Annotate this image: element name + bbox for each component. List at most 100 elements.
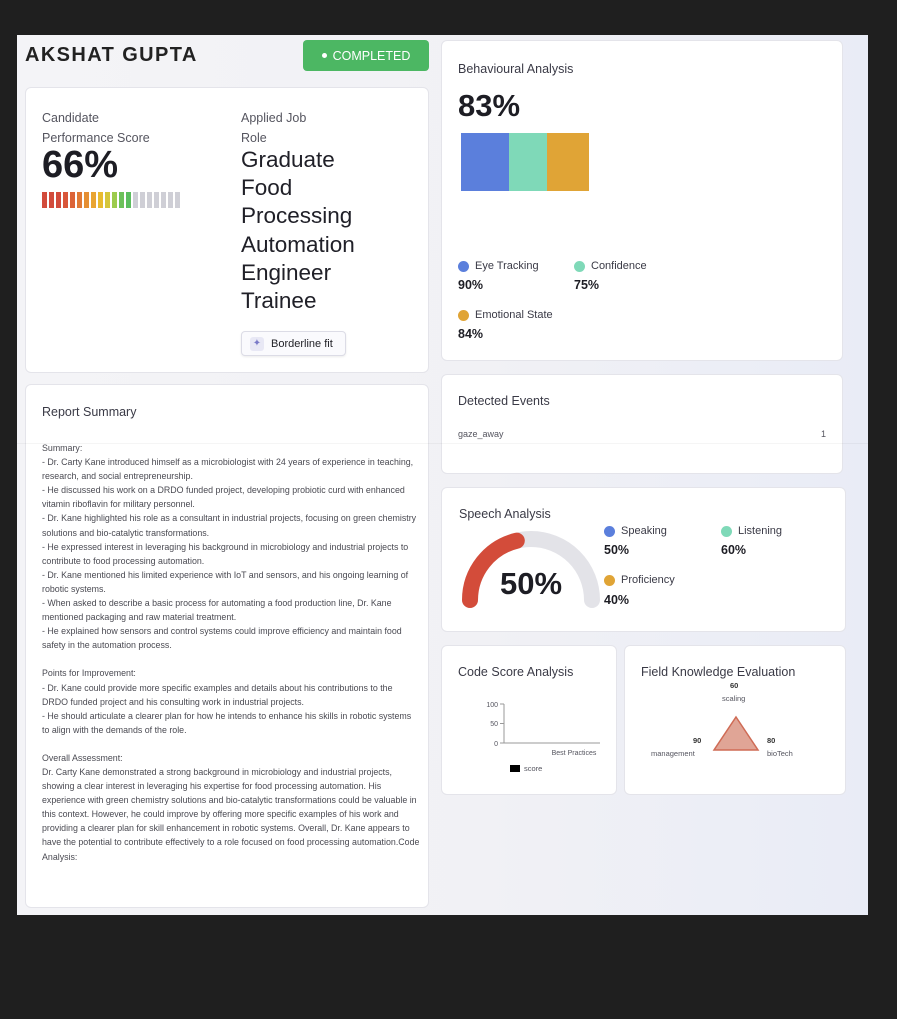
performance-bar-segment (175, 192, 180, 208)
report-title: Report Summary (42, 405, 137, 419)
orange-dot-icon (604, 574, 615, 586)
management-label: management (651, 749, 695, 758)
sparkle-icon: ✦ (250, 336, 264, 351)
y-tick-label: 100 (486, 702, 498, 709)
report-overall: Overall Assessment: Dr. Carty Kane demon… (42, 752, 420, 862)
fit-label: Borderline fit (271, 337, 333, 350)
performance-label: Candidate Performance Score (42, 108, 150, 148)
report-improvement: Points for Improvement: - Dr. Kane could… (42, 668, 412, 735)
biotech-value: 80 (767, 736, 776, 745)
legend-label: score (524, 764, 543, 773)
applied-role: Graduate Food Processing Automation Engineer… (241, 146, 421, 315)
confidence-value: 75% (574, 278, 600, 292)
performance-bar-segment (56, 192, 61, 208)
performance-bar-segment (126, 192, 131, 208)
status-label: COMPLETED (332, 48, 411, 63)
performance-bar-segment (70, 192, 75, 208)
performance-bar-segment (161, 192, 166, 208)
orange-dot-icon (458, 309, 469, 321)
eye-tracking-block (461, 133, 509, 191)
x-tick-label: Best Practices (552, 750, 597, 757)
legend-label: Confidence (591, 260, 647, 272)
blue-dot-icon (458, 260, 469, 272)
role-line: Graduate (241, 147, 335, 172)
performance-card: Candidate Performance Score 66% Applied … (25, 87, 429, 373)
blue-dot-icon (604, 525, 615, 537)
status-dot-icon (321, 53, 327, 58)
legend-speaking: Speaking (604, 525, 667, 537)
status-badge[interactable]: COMPLETED (303, 40, 429, 71)
performance-bar-segment (119, 192, 124, 208)
role-line: Food (241, 175, 293, 201)
legend-label: Eye Tracking (475, 260, 539, 272)
report-body: Summary: - Dr. Carty Kane introduced him… (42, 441, 420, 878)
field-knowledge-card: Field Knowledge Evaluation 60 scaling 80… (624, 645, 846, 795)
events-card: Detected Events gaze_away 1 (441, 374, 843, 474)
legend-label: Emotional State (475, 309, 553, 321)
behavioural-card: Behavioural Analysis 83% Eye Tracking 90… (441, 40, 843, 361)
speech-title: Speech Analysis (459, 507, 551, 521)
performance-bar-segment (112, 192, 117, 208)
event-count: 1 (820, 429, 826, 439)
role-line: Engineer (241, 259, 332, 285)
speaking-value: 50% (604, 543, 630, 557)
legend-eye-tracking: Eye Tracking (458, 260, 539, 272)
candidate-name: AKSHAT GUPTA (25, 44, 198, 66)
performance-bar-segment (98, 192, 103, 208)
performance-bar-segment (77, 192, 82, 208)
legend-label: Proficiency (621, 574, 675, 586)
management-value: 90 (693, 736, 702, 745)
behavioural-score: 83% (458, 88, 521, 123)
screen-seam (17, 443, 868, 444)
behavioural-title: Behavioural Analysis (458, 62, 574, 76)
proficiency-value: 40% (604, 593, 630, 607)
role-label: Applied Job Role (241, 108, 306, 148)
performance-bar-segment (105, 192, 110, 208)
listening-value: 60% (721, 543, 747, 557)
report-card: Report Summary Summary: - Dr. Carty Kane… (25, 384, 429, 908)
performance-bar-segment (63, 192, 68, 208)
performance-bar-segment (42, 192, 47, 208)
role-line: Processing (241, 203, 353, 229)
performance-bar-segment (168, 192, 173, 208)
legend-label: Speaking (621, 525, 667, 537)
legend-listening: Listening (721, 525, 782, 537)
speech-card: Speech Analysis 50% Speaking 50% Listeni… (441, 487, 846, 632)
performance-bar-segment (140, 192, 145, 208)
role-line: Automation (241, 231, 355, 257)
legend-emotional-state: Emotional State (458, 309, 553, 321)
fit-button[interactable]: ✦ Borderline fit (241, 331, 346, 356)
report-summary: Summary: - Dr. Carty Kane introduced him… (42, 443, 417, 651)
scaling-label: scaling (722, 694, 746, 703)
performance-bar (42, 192, 180, 208)
event-row: gaze_away 1 (458, 429, 826, 439)
field-knowledge-title: Field Knowledge Evaluation (641, 665, 796, 679)
performance-bar-segment (91, 192, 96, 208)
code-score-legend: score (510, 764, 542, 773)
performance-bar-segment (133, 192, 138, 208)
field-radar-chart (712, 715, 760, 751)
legend-proficiency: Proficiency (604, 574, 675, 586)
role-label-line2: Role (241, 131, 267, 145)
emotional-state-value: 84% (458, 327, 484, 341)
y-tick-label: 0 (494, 741, 498, 748)
legend-label: Listening (738, 525, 783, 537)
scaling-value: 60 (730, 681, 739, 690)
code-score-chart: 100 50 0 Best Practices (486, 702, 600, 757)
performance-bar-segment (84, 192, 89, 208)
performance-score: 66% (42, 144, 119, 186)
performance-bar-segment (154, 192, 159, 208)
event-name: gaze_away (458, 429, 504, 439)
performance-bar-segment (147, 192, 152, 208)
eye-tracking-value: 90% (458, 278, 484, 292)
green-dot-icon (574, 260, 585, 272)
radar-area (712, 715, 760, 751)
role-line: Trainee (241, 288, 317, 314)
legend-confidence: Confidence (574, 260, 647, 272)
speech-score: 50% (500, 566, 563, 601)
performance-label-line1: Candidate (42, 111, 99, 125)
code-score-title: Code Score Analysis (458, 665, 574, 679)
legend-swatch-icon (510, 765, 520, 772)
biotech-label: bioTech (767, 749, 793, 758)
behavioural-blocks (461, 133, 589, 191)
